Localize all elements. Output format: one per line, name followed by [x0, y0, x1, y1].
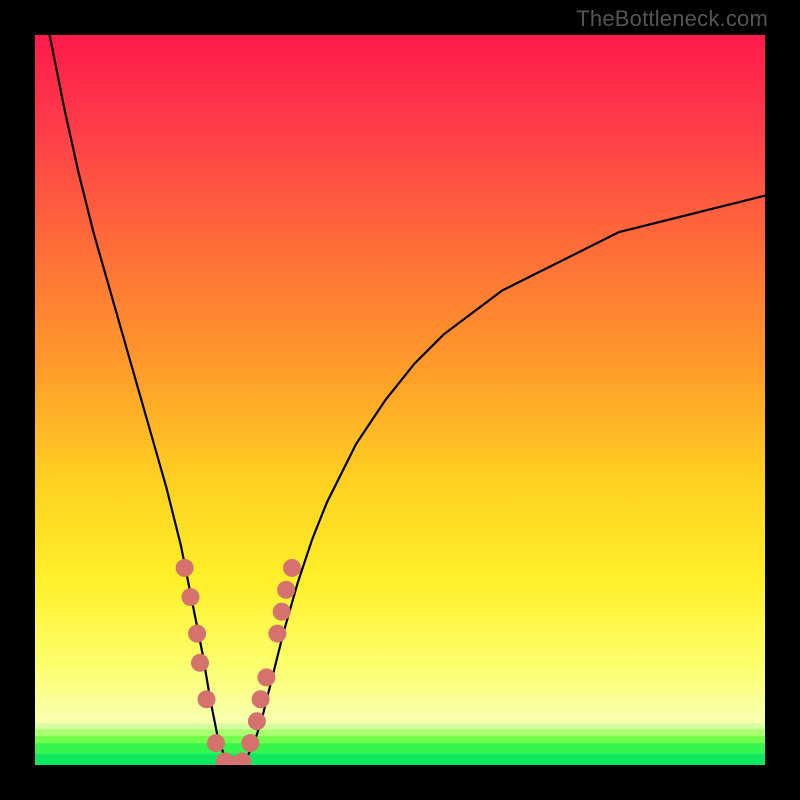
green-strip [35, 729, 765, 736]
curve-marker [176, 559, 194, 577]
watermark-text: TheBottleneck.com [576, 6, 768, 32]
chart-frame: TheBottleneck.com [0, 0, 800, 800]
green-strip [35, 723, 765, 729]
curve-marker [191, 654, 209, 672]
curve-marker [252, 690, 270, 708]
curve-marker [182, 588, 200, 606]
curve-marker [257, 668, 275, 686]
curve-marker [198, 690, 216, 708]
curve-marker [241, 734, 259, 752]
curve-marker [283, 559, 301, 577]
curve-marker [248, 712, 266, 730]
green-strip [35, 743, 765, 753]
curve-marker [273, 603, 291, 621]
curve-marker [207, 734, 225, 752]
curve-marker [268, 625, 286, 643]
plot-area [35, 35, 765, 765]
gradient-background [35, 35, 765, 765]
green-strip [35, 736, 765, 743]
green-strip [35, 753, 765, 765]
green-strip-group [35, 723, 765, 765]
curve-marker [188, 625, 206, 643]
curve-marker [277, 581, 295, 599]
chart-svg [35, 35, 765, 765]
